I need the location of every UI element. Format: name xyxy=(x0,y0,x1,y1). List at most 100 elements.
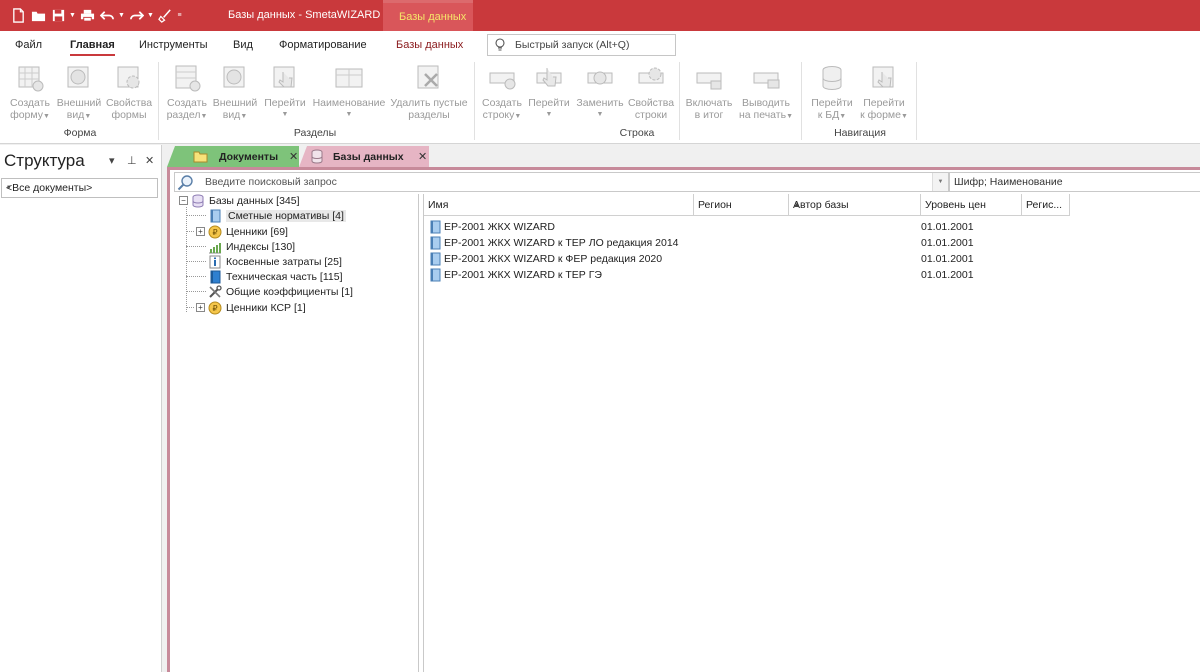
redo-dropdown-icon[interactable]: ▼ xyxy=(146,5,155,25)
ruble-coin-icon: ₽ xyxy=(208,225,222,238)
chart-icon xyxy=(209,242,221,253)
form-appearance-button[interactable]: Внешний вид▼ xyxy=(56,62,102,123)
print-output-button[interactable]: Выводить на печать▼ xyxy=(736,62,796,123)
tree-item-estimate-norms[interactable]: Сметные нормативы [4] xyxy=(208,208,346,223)
document-filter-select[interactable]: <Все документы> ▼ xyxy=(1,178,158,198)
column-header-registration[interactable]: Регис... xyxy=(1022,194,1070,216)
row-properties-button[interactable]: Свойства строки xyxy=(627,62,675,121)
save-icon[interactable] xyxy=(48,5,68,25)
group-label-navigation: Навигация xyxy=(834,127,886,139)
pointer-hand-icon xyxy=(273,66,295,88)
table-row[interactable]: ЕР-2001 ЖКХ WIZARD к ТЕР ГЭ 01.01.2001 xyxy=(424,267,1070,283)
column-header-author[interactable]: Автор базы ▲ xyxy=(789,194,921,216)
redo-icon[interactable] xyxy=(126,5,146,25)
create-row-button[interactable]: Создать строку▼ xyxy=(480,62,524,123)
tab-tools[interactable]: Инструменты xyxy=(139,39,208,51)
tree-connector xyxy=(186,215,206,216)
create-form-button[interactable]: Создать форму▼ xyxy=(8,62,52,123)
structure-panel: Структура ▾ ⊥ ✕ <Все документы> ▼ xyxy=(0,145,162,672)
svg-text:₽: ₽ xyxy=(212,228,217,237)
customize-icon[interactable]: ≡ xyxy=(175,5,184,25)
expand-icon[interactable]: + xyxy=(196,227,205,236)
close-tab-icon[interactable]: ✕ xyxy=(289,150,298,163)
gear-icon xyxy=(117,66,140,89)
tree-connector xyxy=(186,307,194,308)
tree-connector xyxy=(186,276,206,277)
tree-item-root[interactable]: − Базы данных [345] xyxy=(179,193,300,208)
info-document-icon xyxy=(209,255,221,268)
new-document-icon[interactable] xyxy=(8,5,28,25)
tab-view[interactable]: Вид xyxy=(233,39,253,51)
close-tab-icon[interactable]: ✕ xyxy=(418,150,427,163)
book-icon xyxy=(430,268,441,282)
group-label-sections: Разделы xyxy=(293,127,337,139)
sort-ascending-icon: ▲ xyxy=(793,200,801,209)
delete-empty-sections-button[interactable]: Удалить пустые разделы xyxy=(389,62,469,121)
ruble-coin-icon: ₽ xyxy=(208,301,222,314)
appearance-icon xyxy=(67,66,89,88)
open-folder-icon[interactable] xyxy=(28,5,48,25)
pin-icon[interactable]: ⊥ xyxy=(127,154,137,167)
column-header-price-level[interactable]: Уровень цен xyxy=(921,194,1022,216)
undo-dropdown-icon[interactable]: ▼ xyxy=(117,5,126,25)
tree-item-common-coefficients[interactable]: Общие коэффициенты [1] xyxy=(208,284,353,299)
search-fields-value: Шифр; Наименование xyxy=(954,176,1063,188)
panel-menu-icon[interactable]: ▾ xyxy=(109,154,115,167)
tab-databases[interactable]: Базы данных xyxy=(396,39,463,51)
create-row-icon xyxy=(489,72,516,90)
close-icon[interactable]: ✕ xyxy=(145,154,154,167)
include-in-total-button[interactable]: Включать в итог xyxy=(683,62,735,121)
tree-connector xyxy=(186,291,206,292)
quick-access-toolbar: ▼ ▼ ▼ ≡ xyxy=(8,5,184,25)
row-replace-button[interactable]: Заменить ▼ xyxy=(575,62,625,121)
form-properties-button[interactable]: Свойства формы xyxy=(105,62,153,121)
row-goto-button[interactable]: Перейти ▼ xyxy=(526,62,572,121)
table-row[interactable]: ЕР-2001 ЖКХ WIZARD к ТЕР ЛО редакция 201… xyxy=(424,235,1070,251)
search-input[interactable]: Введите поисковый запрос ▼ xyxy=(174,172,949,192)
group-separator xyxy=(801,62,802,140)
clear-icon[interactable] xyxy=(155,5,175,25)
tree-item-indexes[interactable]: Индексы [130] xyxy=(208,239,295,254)
search-icon xyxy=(177,175,193,191)
goto-database-button[interactable]: Перейти к БД▼ xyxy=(808,62,856,123)
tab-documents[interactable]: Документы ✕ xyxy=(167,146,299,167)
tree-item-ksr-price-lists[interactable]: + ₽ Ценники КСР [1] xyxy=(196,300,306,315)
chevron-down-icon[interactable]: ▼ xyxy=(932,173,948,191)
chevron-down-icon: ▼ xyxy=(6,185,12,191)
collapse-icon[interactable]: − xyxy=(179,196,188,205)
pointer-hand-icon xyxy=(872,66,894,88)
book-icon xyxy=(210,270,221,283)
tree-item-technical-part[interactable]: Техническая часть [115] xyxy=(208,269,343,284)
section-appearance-button[interactable]: Внешний вид▼ xyxy=(211,62,259,123)
table-row[interactable]: ЕР-2001 ЖКХ WIZARD к ФЕР редакция 2020 0… xyxy=(424,251,1070,267)
tab-databases-doc[interactable]: Базы данных ✕ xyxy=(299,146,429,167)
column-header-region[interactable]: Регион xyxy=(694,194,789,216)
database-icon xyxy=(192,194,204,208)
tab-home[interactable]: Главная xyxy=(70,39,115,56)
search-fields-input[interactable]: Шифр; Наименование xyxy=(949,172,1200,192)
group-separator xyxy=(916,62,917,140)
group-separator xyxy=(474,62,475,140)
tree-item-indirect-costs[interactable]: Косвенные затраты [25] xyxy=(208,254,342,269)
goto-form-button[interactable]: Перейти к форме▼ xyxy=(858,62,910,123)
create-section-button[interactable]: Создать раздел▼ xyxy=(164,62,210,123)
tree-item-price-lists[interactable]: + ₽ Ценники [69] xyxy=(196,224,288,239)
table-row[interactable]: ЕР-2001 ЖКХ WIZARD 01.01.2001 xyxy=(424,219,1070,235)
tree-connector xyxy=(186,246,206,247)
naming-icon xyxy=(335,68,363,88)
tab-formatting[interactable]: Форматирование xyxy=(279,39,367,51)
section-name-button[interactable]: Наименование ▼ xyxy=(310,62,388,121)
print-icon[interactable] xyxy=(77,5,97,25)
group-separator xyxy=(679,62,680,140)
save-dropdown-icon[interactable]: ▼ xyxy=(68,5,77,25)
svg-text:₽: ₽ xyxy=(212,304,217,313)
title-bar: ▼ ▼ ▼ ≡ Базы данных - SmetaWIZARD 5 Базы… xyxy=(0,0,1200,31)
expand-icon[interactable]: + xyxy=(196,303,205,312)
book-icon xyxy=(430,220,441,234)
group-separator xyxy=(158,62,159,140)
quick-launch-input[interactable]: Быстрый запуск (Alt+Q) xyxy=(487,34,676,56)
tab-file[interactable]: Файл xyxy=(15,39,42,51)
section-goto-button[interactable]: Перейти ▼ xyxy=(262,62,308,121)
column-header-name[interactable]: Имя xyxy=(424,194,694,216)
undo-icon[interactable] xyxy=(97,5,117,25)
